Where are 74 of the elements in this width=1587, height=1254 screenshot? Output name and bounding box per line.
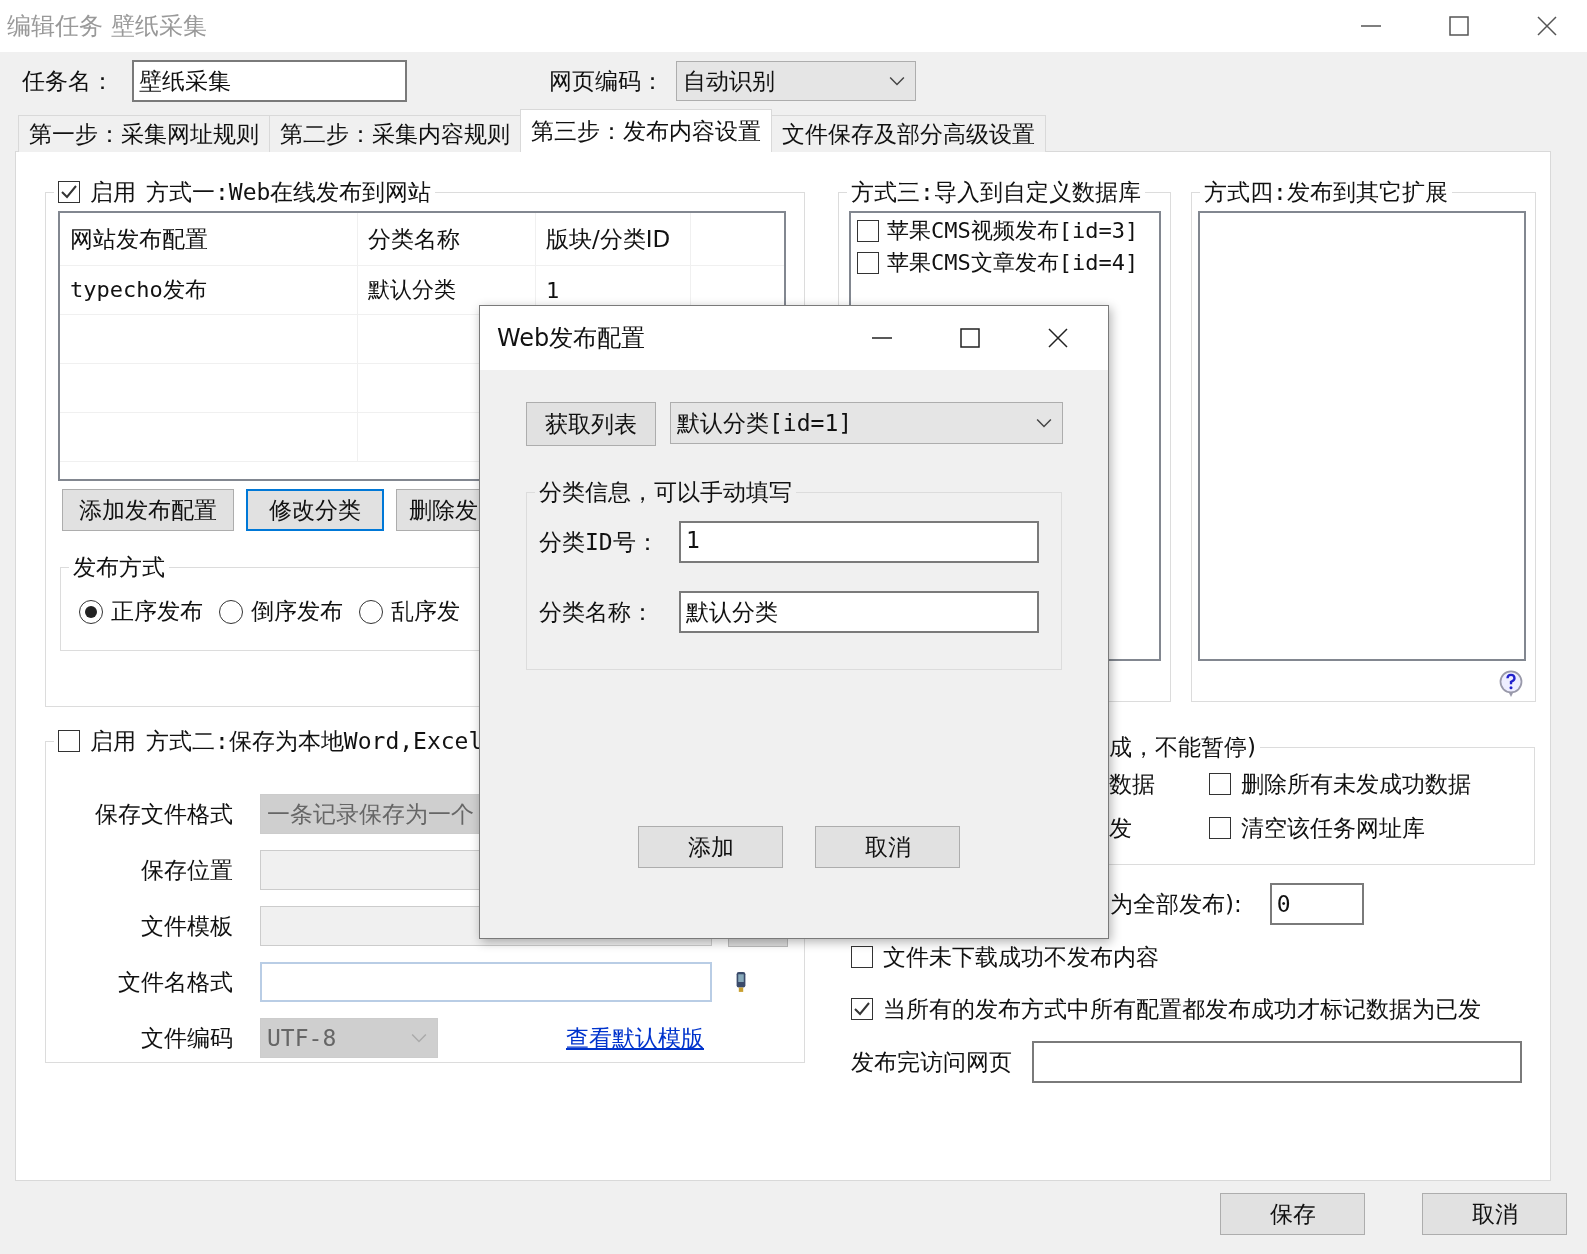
- checkbox[interactable]: [857, 252, 879, 274]
- input-field[interactable]: 默认分类: [679, 591, 1039, 633]
- dialog-button[interactable]: 添加: [638, 826, 783, 868]
- task-name-label: 任务名：: [22, 66, 114, 96]
- table-cell: typecho发布: [60, 266, 358, 314]
- phone-icon[interactable]: [734, 971, 748, 993]
- group-title: 方式二:保存为本地Word,Excel: [146, 726, 483, 756]
- group-title: 发布方式: [73, 552, 165, 582]
- dialog-button[interactable]: 取消: [815, 826, 960, 868]
- category-select[interactable]: 默认分类[id=1]: [670, 402, 1063, 444]
- window-title: 编辑任务 壁纸采集: [7, 11, 207, 42]
- checkbox[interactable]: [851, 946, 873, 968]
- caret-icon: [411, 1033, 427, 1043]
- checkbox-label: 清空该任务网址库: [1241, 813, 1425, 843]
- action-button[interactable]: 添加发布配置: [62, 489, 234, 531]
- group-title: 方式四:发布到其它扩展: [1204, 177, 1448, 207]
- caret-icon: [1036, 418, 1052, 428]
- group-title: 成，不能暂停): [1109, 732, 1256, 762]
- action-button[interactable]: 修改分类: [246, 489, 384, 531]
- enable-label: 启用: [90, 177, 136, 207]
- tab[interactable]: 第三步：发布内容设置: [520, 109, 772, 152]
- tab[interactable]: 文件保存及部分高级设置: [771, 115, 1046, 152]
- encoding-label: 网页编码：: [549, 66, 664, 96]
- checkbox-label: 当所有的发布方式中所有配置都发布成功才标记数据为已发: [883, 994, 1481, 1024]
- field-label: 文件编码: [140, 1023, 233, 1053]
- checkbox-label: 发: [1109, 813, 1133, 843]
- column-header[interactable]: 版块/分类ID: [536, 213, 691, 265]
- radio-button[interactable]: [219, 599, 243, 624]
- enable-label: 启用: [90, 726, 136, 756]
- checkbox[interactable]: [1209, 817, 1231, 839]
- help-icon[interactable]: [1497, 669, 1525, 697]
- radio-label: 倒序发布: [251, 597, 343, 626]
- dialog-title: Web发布配置: [497, 323, 646, 354]
- checkbox-label: 文件未下载成功不发布内容: [883, 942, 1159, 972]
- caret-icon: [889, 76, 905, 86]
- tab[interactable]: 第二步：采集内容规则: [269, 115, 521, 152]
- fetch-list-button[interactable]: 获取列表: [526, 402, 656, 446]
- column-header[interactable]: 分类名称: [358, 213, 536, 265]
- visit-page-label: 发布完访问网页: [851, 1047, 1012, 1077]
- maximize-icon[interactable]: [1449, 16, 1469, 36]
- encoding-select[interactable]: 自动识别: [676, 61, 916, 101]
- field-label: 分类名称：: [539, 597, 655, 627]
- footer-button[interactable]: 保存: [1220, 1193, 1365, 1235]
- field-label: 文件模板: [140, 911, 233, 941]
- checkbox[interactable]: [851, 998, 873, 1020]
- checkbox[interactable]: [1209, 773, 1231, 795]
- visit-page-field[interactable]: [1032, 1041, 1522, 1083]
- column-header[interactable]: 网站发布配置: [60, 213, 358, 265]
- close-icon[interactable]: [1048, 328, 1068, 348]
- radio-label: 乱序发: [391, 597, 460, 626]
- checkbox[interactable]: [58, 730, 80, 752]
- tab[interactable]: 第一步：采集网址规则: [18, 115, 270, 152]
- close-icon[interactable]: [1537, 16, 1557, 36]
- input-field[interactable]: 1: [679, 521, 1039, 563]
- maximize-icon[interactable]: [960, 328, 980, 348]
- publish-count-label: 为全部发布):: [1110, 889, 1242, 919]
- field-label: 保存文件格式: [94, 799, 233, 829]
- list-item[interactable]: 苹果CMS视频发布[id=3]: [887, 216, 1139, 246]
- checkbox-label: 数据: [1109, 769, 1156, 799]
- field-label: 保存位置: [140, 855, 233, 885]
- task-name-field[interactable]: 壁纸采集: [132, 60, 407, 102]
- group-title: 方式一:Web在线发布到网站: [146, 177, 432, 207]
- field-label: 文件名格式: [117, 967, 233, 997]
- radio-label: 正序发布: [111, 597, 203, 626]
- group-title: 方式三:导入到自定义数据库: [851, 177, 1141, 207]
- input-field[interactable]: [260, 962, 712, 1002]
- checkbox[interactable]: [58, 181, 80, 203]
- publish-count-field[interactable]: 0: [1269, 883, 1364, 925]
- checkbox[interactable]: [857, 220, 879, 242]
- list-item[interactable]: 苹果CMS文章发布[id=4]: [887, 248, 1139, 278]
- footer-button[interactable]: 取消: [1422, 1193, 1567, 1235]
- checkbox-label: 删除所有未发成功数据: [1241, 769, 1471, 799]
- radio-button[interactable]: [359, 599, 383, 624]
- radio-button[interactable]: [79, 599, 103, 624]
